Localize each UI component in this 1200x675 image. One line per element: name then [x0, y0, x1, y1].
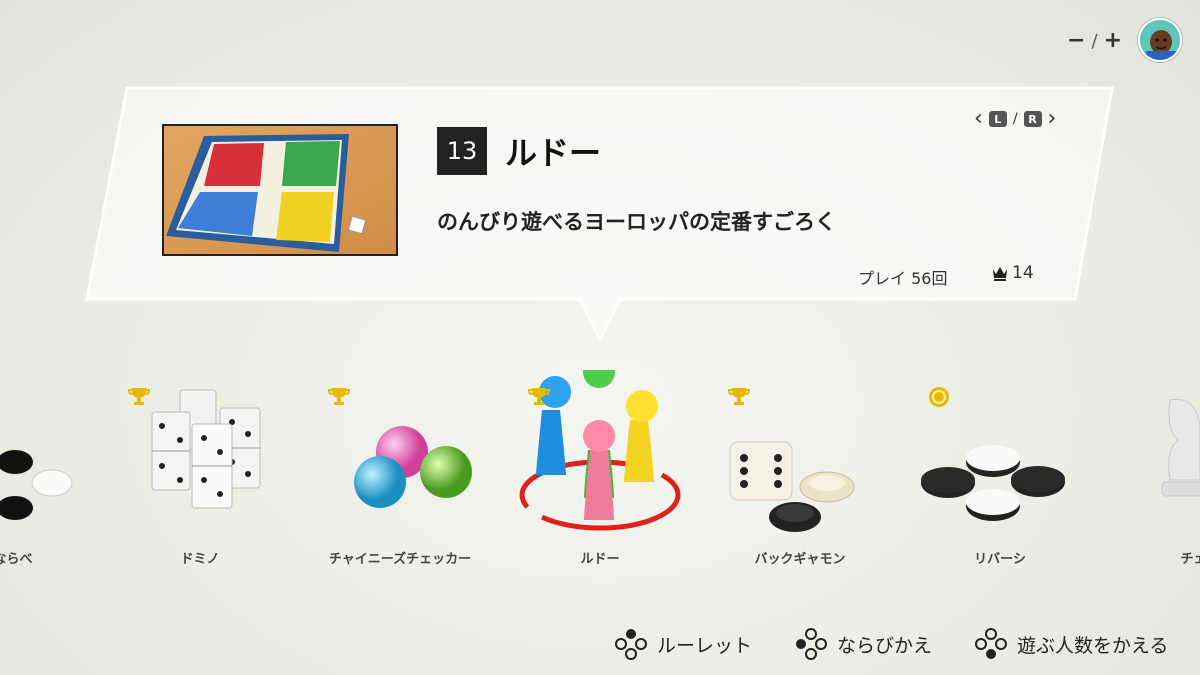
game-number: 13 — [437, 127, 487, 175]
sort-hint[interactable]: ならびかえ — [795, 628, 932, 660]
l-button-icon[interactable]: L — [988, 111, 1007, 127]
button-cluster-down-icon — [975, 628, 1007, 659]
game-tile-reversi[interactable]: リバーシ — [900, 370, 1100, 570]
trophy-icon — [727, 388, 751, 405]
game-label: チャイニーズチェッカー — [328, 552, 472, 567]
trophy-icon — [527, 388, 551, 405]
game-carousel: 五目ならべ ドミノ — [0, 356, 1200, 590]
game-tile-chinese-checkers[interactable]: チャイニーズチェッカー — [300, 370, 500, 570]
button-cluster-up-icon — [615, 629, 647, 660]
crown-count-group: 14 — [990, 263, 1034, 283]
roulette-hint[interactable]: ルーレット — [615, 628, 752, 660]
coin-icon — [929, 387, 949, 407]
game-tile-backgammon[interactable]: バックギャモン — [700, 370, 900, 570]
go-stones-icon — [0, 450, 73, 520]
crown-count: 14 — [1012, 263, 1034, 283]
game-tile-domino[interactable]: ドミノ — [100, 370, 300, 570]
game-label: 五目ならべ — [0, 552, 33, 567]
game-info-panel: 13 ルドー のんびり遊べるヨーロッパの定番すごろく プレイ 56回 14 ‹ … — [0, 0, 1200, 360]
nav-separator: / — [1012, 111, 1018, 127]
r-button-icon[interactable]: R — [1023, 111, 1042, 127]
game-title: ルドー — [505, 134, 602, 172]
chevron-left-icon[interactable]: ‹ — [974, 108, 983, 130]
footer-hints: ルーレット ならびかえ 遊ぶ人数をかえる — [0, 628, 1200, 664]
players-label: 遊ぶ人数をかえる — [1017, 634, 1169, 657]
play-count: プレイ 56回 — [858, 269, 948, 288]
game-label: バックギャモン — [754, 552, 846, 567]
game-label: ドミノ — [180, 552, 220, 567]
chevron-right-icon[interactable]: › — [1048, 108, 1057, 130]
game-description: のんびり遊べるヨーロッパの定番すごろく — [437, 210, 836, 234]
trophy-icon — [127, 388, 151, 405]
button-cluster-left-icon — [796, 628, 827, 660]
game-label: ルドー — [580, 552, 620, 567]
roulette-label: ルーレット — [657, 634, 753, 657]
game-label: チェス — [1180, 552, 1200, 567]
lr-navigation[interactable]: ‹ L / R › — [974, 108, 1056, 130]
game-tile-gomoku[interactable]: 五目ならべ — [0, 370, 100, 570]
chess-knight-icon — [1161, 398, 1200, 497]
game-tile-ludo[interactable]: ルドー — [500, 356, 700, 570]
players-hint[interactable]: 遊ぶ人数をかえる — [975, 628, 1168, 660]
game-label: リバーシ — [974, 552, 1026, 567]
game-tile-chess[interactable]: チェス — [1100, 370, 1200, 570]
game-thumbnail — [162, 124, 398, 256]
sort-label: ならびかえ — [837, 634, 933, 657]
trophy-icon — [327, 388, 351, 405]
crown-icon — [993, 267, 1007, 281]
